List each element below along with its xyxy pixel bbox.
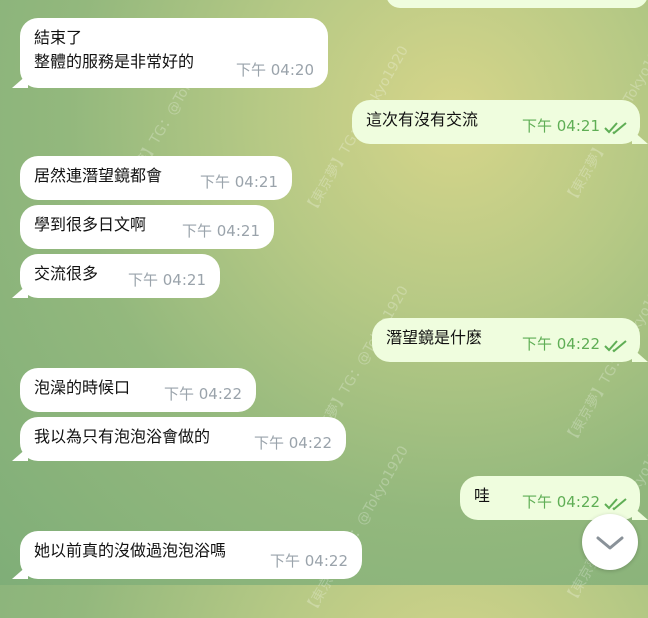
message-bubble-incoming[interactable]: 結束了 整體的服務是非常好的 下午 04:20 [12,18,328,88]
message-bubble-incoming[interactable]: 居然連潛望鏡都會 下午 04:21 [20,156,292,200]
message-time: 下午 04:22 [254,434,332,452]
message-time: 下午 04:22 [164,385,242,403]
message-text: 結束了 [34,28,83,47]
bubble-tail [12,284,28,298]
scroll-to-bottom-button[interactable] [582,514,638,570]
message-bubble-incoming[interactable]: 學到很多日文啊 下午 04:21 [20,205,274,249]
message-time: 下午 04:20 [236,61,314,79]
message-bubble-incoming[interactable]: 泡澡的時候口 下午 04:22 [20,368,256,412]
double-check-icon [604,498,627,511]
message-bubble-incoming[interactable]: 我以為只有泡泡浴會做的 下午 04:22 [12,417,346,461]
message-bubble-outgoing[interactable]: 這次有沒有交流 下午 04:21 [352,100,648,144]
bubble-tail [632,348,648,362]
double-check-icon [604,122,627,135]
bubble-tail [12,447,28,461]
bubble-tail [12,74,28,88]
message-time: 下午 04:22 [522,335,600,353]
chevron-down-icon [596,536,624,550]
message-bubble-outgoing[interactable]: 潛望鏡是什麽 下午 04:22 [372,318,648,362]
watermark: 【東京夢】TG：@Tokyo1920 [301,443,412,618]
double-check-icon [604,340,627,353]
message-time: 下午 04:21 [182,222,260,240]
message-time: 下午 04:21 [522,117,600,135]
message-time: 下午 04:21 [128,271,206,289]
message-time: 下午 04:21 [200,173,278,191]
message-time: 下午 04:22 [270,552,348,570]
message-bubble-incoming[interactable]: 交流很多 下午 04:21 [12,254,220,298]
message-time: 下午 04:22 [522,493,600,511]
message-bubble-incoming[interactable]: 她以前真的沒做過泡泡浴嗎 下午 04:22 [12,531,362,579]
message-bubble-partial [386,0,648,8]
bubble-tail [12,565,28,579]
bubble-tail [632,130,648,144]
